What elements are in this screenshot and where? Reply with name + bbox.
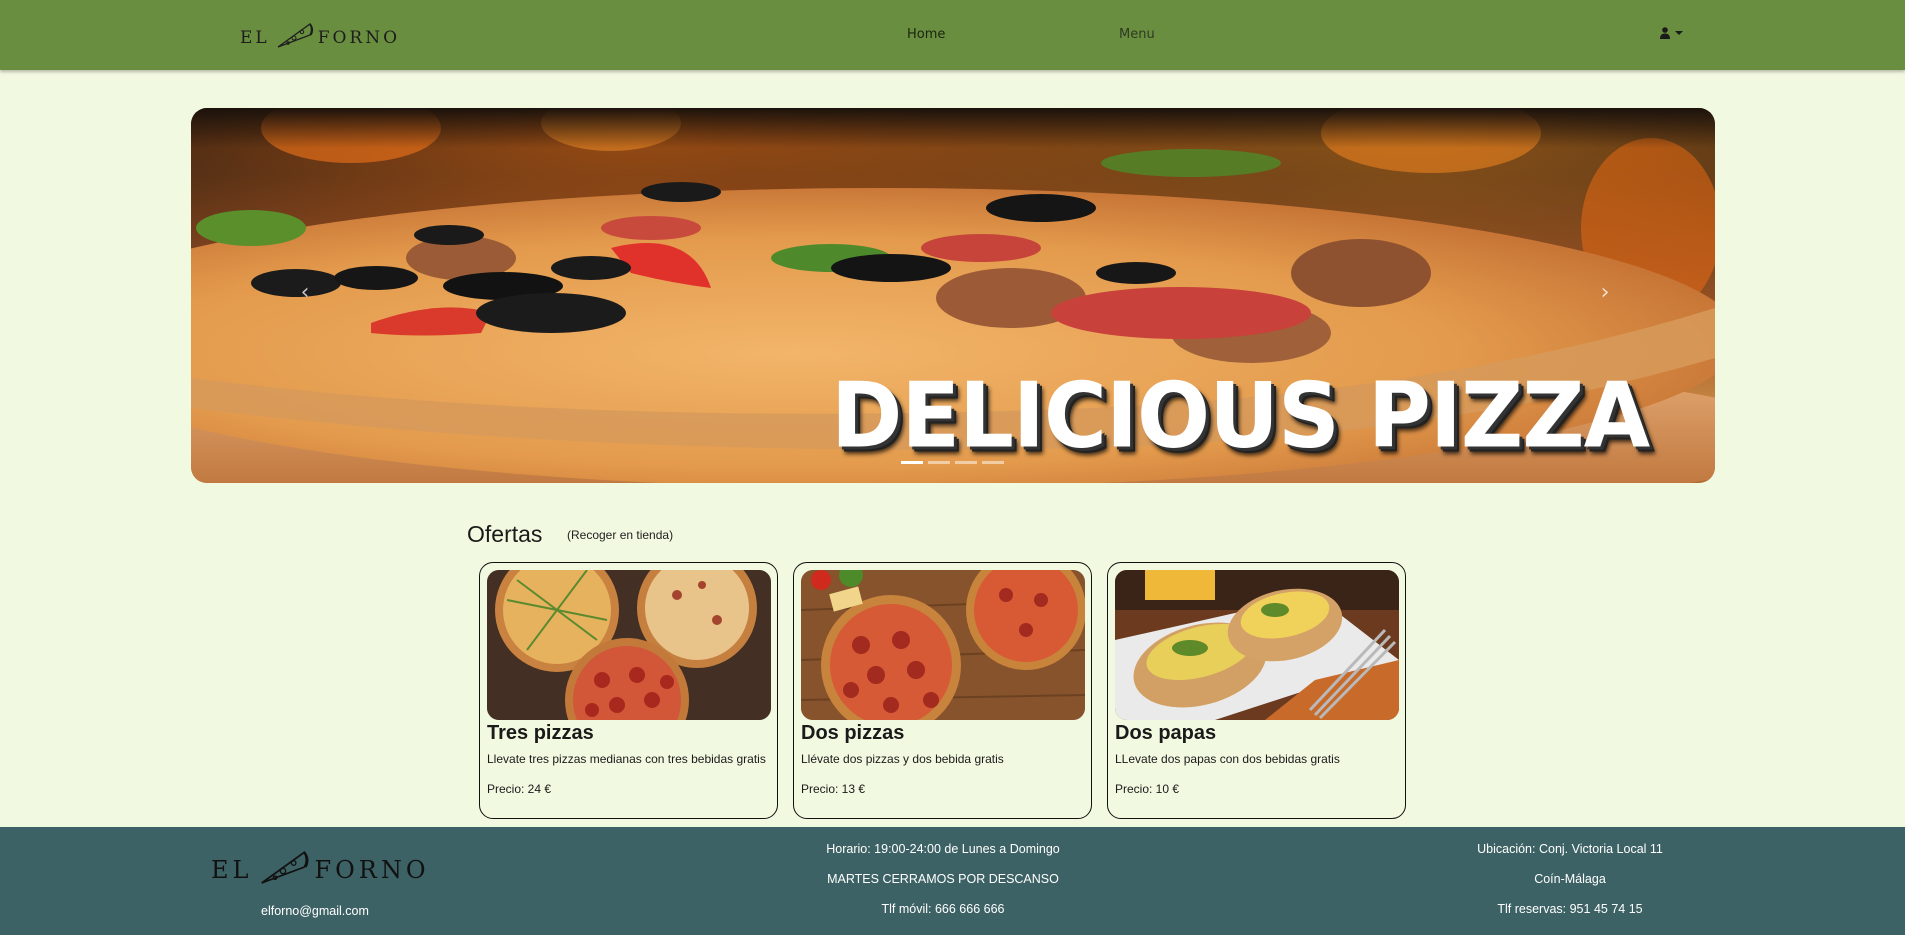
offers-subtitle: (Recoger en tienda) <box>567 528 674 542</box>
carousel-indicator[interactable] <box>982 461 1004 464</box>
caret-down-icon <box>1675 31 1683 35</box>
user-dropdown[interactable] <box>1660 27 1683 39</box>
nav-link-menu[interactable]: Menu <box>1119 27 1155 42</box>
footer: EL FORNO elforno@gmail.com Horario: 19:0… <box>0 827 1905 935</box>
reservations-phone: Tlf reservas: 951 45 74 15 <box>1497 902 1643 916</box>
nav-link-home[interactable]: Home <box>907 27 945 42</box>
offers-title: Ofertas <box>467 521 543 547</box>
offer-image <box>487 570 771 720</box>
navbar: EL FORNO Home Menu <box>0 0 1905 70</box>
user-icon <box>1660 27 1670 39</box>
closed-notice: MARTES CERRAMOS POR DESCANSO <box>827 872 1059 886</box>
offer-description: Llevate tres pizzas medianas con tres be… <box>487 752 766 766</box>
pizza-slice-icon <box>274 20 314 55</box>
carousel-prev-button[interactable]: ‹ <box>295 278 315 308</box>
carousel-caption: DELICIOUS PIZZA <box>831 363 1650 469</box>
logo-text-right: FORNO <box>317 27 401 48</box>
offer-title: Dos pizzas <box>801 722 905 744</box>
schedule-text: Horario: 19:00-24:00 de Lunes a Domingo <box>826 842 1060 856</box>
city-text: Coín-Málaga <box>1534 872 1606 886</box>
footer-schedule: Horario: 19:00-24:00 de Lunes a Domingo … <box>700 842 1186 932</box>
offer-card[interactable]: Dos pizzas Llévate dos pizzas y dos bebi… <box>793 562 1092 819</box>
mobile-phone: Tlf móvil: 666 666 666 <box>881 902 1005 916</box>
carousel-indicator[interactable] <box>955 461 977 464</box>
footer-email[interactable]: elforno@gmail.com <box>261 904 369 918</box>
offer-title: Tres pizzas <box>487 722 594 744</box>
offer-title: Dos papas <box>1115 722 1217 744</box>
chevron-right-icon: › <box>1600 280 1610 305</box>
footer-logo: EL FORNO <box>211 847 430 893</box>
offer-price: Precio: 10 € <box>1115 782 1180 796</box>
carousel-indicator[interactable] <box>928 461 950 464</box>
offer-card[interactable]: Tres pizzas Llevate tres pizzas medianas… <box>479 562 778 819</box>
logo-text-left: EL <box>240 27 270 48</box>
location-text: Ubicación: Conj. Victoria Local 11 <box>1477 842 1663 856</box>
offer-image <box>801 570 1085 720</box>
offer-description: Llévate dos pizzas y dos bebida gratis <box>801 752 1004 766</box>
carousel-indicators <box>901 461 1004 464</box>
pizza-slice-icon <box>256 847 310 893</box>
offer-price: Precio: 13 € <box>801 782 866 796</box>
offer-card[interactable]: Dos papas LLevate dos papas con dos bebi… <box>1107 562 1406 819</box>
carousel-next-button[interactable]: › <box>1595 278 1615 308</box>
offer-description: LLevate dos papas con dos bebidas gratis <box>1115 752 1340 766</box>
offer-price: Precio: 24 € <box>487 782 552 796</box>
logo-text-left: EL <box>211 856 253 884</box>
hero-carousel: DELICIOUS PIZZA ‹ › <box>191 108 1715 483</box>
carousel-indicator[interactable] <box>901 461 923 464</box>
chevron-left-icon: ‹ <box>300 280 310 305</box>
logo-text-right: FORNO <box>314 856 430 884</box>
offer-image <box>1115 570 1399 720</box>
footer-location: Ubicación: Conj. Victoria Local 11 Coín-… <box>1420 842 1720 932</box>
brand-logo[interactable]: EL FORNO <box>240 20 400 55</box>
